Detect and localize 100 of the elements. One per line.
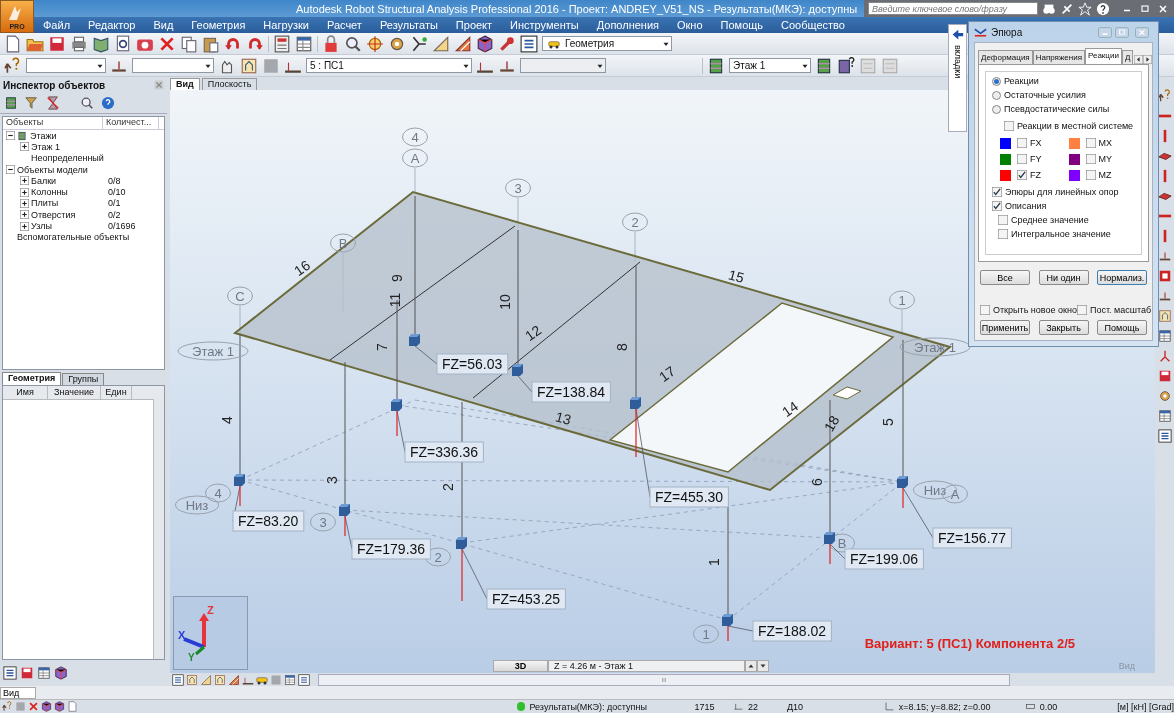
tree-item[interactable]: Узлы (31, 221, 52, 231)
dialog-tab[interactable]: Деформация (978, 50, 1033, 64)
side-tab-label[interactable]: вкладки (952, 45, 963, 79)
axis-bubble: 2 (622, 212, 648, 232)
axis-bubble: 3 (505, 178, 531, 198)
axis-triad-drawing: Z X Y (174, 597, 247, 669)
window-title: Autodesk Robot Structural Analysis Professional 2016 - Проект: ANDREY_V51_NS - Результаты(МКЭ): доступны (296, 2, 858, 15)
radio-label: Реакции (1004, 76, 1039, 86)
menu-item[interactable]: Результаты (370, 19, 447, 31)
checkbox-label: Реакции в местной системе (1017, 121, 1134, 131)
checkbox-label: MX (1098, 138, 1112, 148)
load-case-caption: Вариант: 5 (ПС1) Компонента 2/5 (864, 636, 1075, 651)
reaction-label: FZ=83.20 (232, 510, 305, 532)
view-tab[interactable]: Вид (170, 78, 200, 90)
panel-tab[interactable]: Геометрия (2, 372, 62, 385)
reaction-label: FZ=138.84 (531, 381, 611, 403)
panel-tab[interactable]: Группы (62, 373, 105, 385)
tree-item[interactable]: Неопределенный (31, 153, 104, 164)
axis-bubble: 4 (402, 127, 428, 147)
command-field[interactable]: Вид (0, 686, 36, 699)
view-tab[interactable]: Плоскость (201, 78, 258, 90)
tree-item[interactable]: Этажи (30, 130, 57, 141)
axis-bubble: Низ (175, 495, 219, 515)
radio-label: Псевдостатические силы (1004, 104, 1110, 114)
view-label: Вид (1118, 661, 1135, 671)
reaction-label: FZ=455.30 (649, 486, 729, 508)
member-number: 3 (324, 476, 340, 484)
member-number: 9 (389, 274, 405, 282)
checkbox-label: FX (1030, 138, 1042, 148)
axis-bubble: Этаж 1 (177, 341, 249, 361)
view-dropdown[interactable]: Геометрия (542, 36, 672, 51)
checkbox-label: Интегральное значение (1011, 229, 1111, 239)
dialog-title: Эпюра (991, 26, 1023, 38)
dialog-button[interactable]: Помощь (1097, 320, 1147, 335)
tree-item[interactable]: Отверстия (31, 209, 76, 220)
dialog-tab[interactable]: Напряжения (1032, 50, 1085, 64)
column-header: Объекты (3, 117, 103, 129)
menu-item[interactable]: Дополнения (587, 19, 668, 31)
floor-dropdown[interactable]: Этаж 1 (729, 58, 811, 73)
reaction-label: FZ=188.02 (752, 620, 832, 642)
menu-item[interactable]: Инструменты (501, 19, 588, 31)
member-number: 8 (614, 343, 630, 351)
menu-item[interactable]: Редактор (79, 19, 145, 31)
dialog-button[interactable]: Ни один (1038, 270, 1089, 285)
load-case-dropdown[interactable]: 5 : ПС1 (306, 58, 472, 73)
level-field: Z = 4.26 м - Этаж 1 (548, 660, 745, 672)
count-text: 0/1 (108, 198, 121, 209)
reaction-label: FZ=453.25 (486, 588, 566, 610)
checkbox-label: FY (1030, 154, 1042, 164)
checkbox-label: Описания (1005, 201, 1047, 211)
menu-item[interactable]: Помощь (711, 19, 773, 31)
menu-item[interactable]: Расчет (317, 19, 371, 31)
tree-item[interactable]: Колонны (31, 187, 68, 198)
axis-bubble: C (227, 286, 253, 306)
section-name: Д10 (786, 701, 805, 712)
dialog-tab[interactable]: Реакции (1084, 48, 1122, 64)
checkbox-label: Пост. масштаб (1089, 305, 1152, 315)
node-count: 1715 (694, 701, 716, 712)
menu-item[interactable]: Геометрия (182, 19, 255, 31)
tree-item[interactable]: Этаж 1 (31, 141, 61, 152)
coordinates: x=8.15; y=8.82; z=0.00 (898, 701, 992, 712)
axis-bubble: A (402, 148, 428, 168)
tree-item[interactable]: Балки (31, 175, 57, 186)
dialog-button[interactable]: Все (980, 270, 1030, 285)
menu-item[interactable]: Нагрузки (254, 19, 318, 31)
tree-item[interactable]: Плиты (31, 198, 59, 209)
tree-item[interactable]: Вспомогательные объекты (17, 232, 130, 243)
reaction-label: FZ=199.06 (844, 548, 924, 570)
checkbox-label: MZ (1098, 170, 1112, 180)
checkbox-label: Эпюры для линейных опор (1005, 187, 1119, 197)
member-number: 10 (497, 294, 513, 310)
reaction-label: FZ=336.36 (404, 441, 484, 463)
reaction-label: FZ=179.36 (351, 538, 431, 560)
column-header: Значение (48, 386, 101, 399)
menu-item[interactable]: Проект (446, 19, 502, 31)
radio-label: Остаточные усилия (1004, 90, 1086, 100)
status-message: Результаты(МКЭ): доступны (529, 701, 648, 712)
dialog-button[interactable]: Нормализ. (1097, 270, 1147, 285)
count-text: 0/10 (108, 187, 126, 198)
axis-bubble: Этаж 1 (899, 337, 971, 357)
search-field[interactable]: Введите ключевое слово/фразу (868, 2, 1038, 15)
count-text: 0/2 (108, 209, 121, 220)
menu-item[interactable]: Вид (144, 19, 183, 31)
member-number: 18 (820, 412, 843, 435)
tree-item[interactable]: Объекты модели (17, 164, 88, 175)
units-text: [м] [кН] [Grad] (1117, 701, 1174, 712)
menu-item[interactable]: Окно (668, 19, 712, 31)
dialog-button[interactable]: Закрыть (1038, 320, 1089, 335)
menu-item[interactable]: Сообщество (772, 19, 854, 31)
menu-item[interactable]: Файл (34, 19, 80, 31)
member-number: 15 (726, 266, 746, 286)
dialog-button[interactable]: Применить (980, 320, 1030, 335)
member-number: 14 (779, 397, 802, 420)
view-mode-button[interactable]: 3D (493, 660, 548, 672)
axis-bubble: 1 (889, 290, 915, 310)
member-number: 12 (522, 321, 545, 344)
bar-count: 22 (748, 701, 760, 712)
count-text: 0/1696 (108, 221, 136, 231)
angle-value: 0.00 (1039, 701, 1059, 712)
member-number: 5 (880, 418, 896, 426)
